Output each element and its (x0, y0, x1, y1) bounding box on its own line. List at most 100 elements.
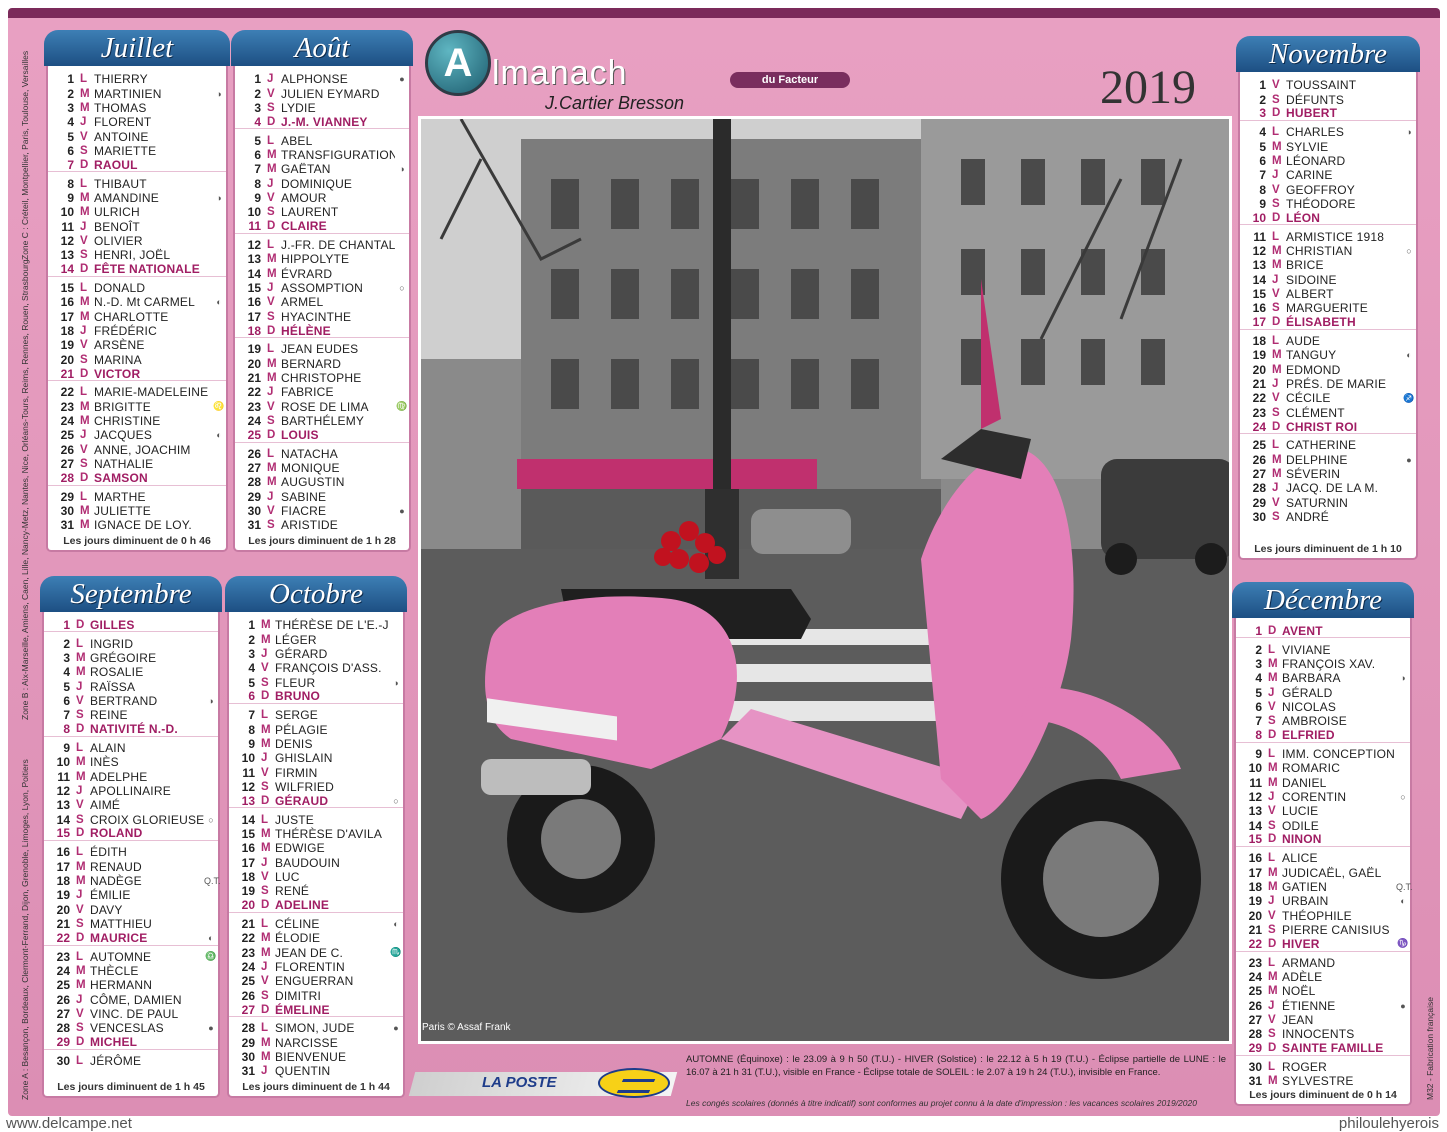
day-saint: DAVY (90, 902, 123, 917)
day-row: 26 V ANNE, JOACHIM (48, 443, 226, 457)
day-number: 14 (247, 266, 261, 281)
day-list: 1 D AVENT 2 L VIVIANE 3 M FRANÇOIS XAV. 4 M BARBARA… (1236, 623, 1413, 1089)
day-number: 19 (1252, 348, 1266, 363)
day-weekday: V (261, 975, 269, 988)
day-weekday: D (76, 931, 85, 944)
day-list: 1 D GILLES 2 L INGRID 3 M GRÉGOIRE 4 M ROSALIE 5 J RAÏ… (44, 618, 221, 1068)
day-row: 17 J BAUDOUIN (229, 856, 403, 870)
day-number: 25 (1248, 984, 1262, 999)
day-saint: RENÉ (275, 884, 310, 899)
day-weekday: J (267, 386, 274, 399)
day-row: 21 L CÉLINE ◐ (229, 917, 403, 931)
day-number: 3 (67, 100, 74, 115)
day-saint: NATHALIE (94, 457, 154, 472)
day-row: 2 M LÉGER (229, 632, 403, 647)
day-weekday: M (1272, 259, 1282, 272)
day-saint: ROSALIE (90, 665, 144, 680)
day-number: 17 (247, 309, 261, 324)
day-mark: ◑ (208, 695, 214, 706)
day-saint: LUC (275, 870, 300, 885)
day-number: 20 (241, 898, 255, 913)
day-saint: PRÉS. DE MARIE (1286, 377, 1387, 392)
day-saint: BIENVENUE (275, 1050, 347, 1065)
day-saint: JULIETTE (94, 504, 151, 519)
day-weekday: D (80, 471, 89, 484)
day-number: 15 (60, 280, 74, 295)
day-saint: LUCIE (1282, 804, 1319, 819)
day-weekday: L (261, 918, 269, 931)
day-weekday: M (80, 296, 90, 309)
day-row: 19 V ARSÈNE (48, 338, 226, 352)
day-number: 22 (1252, 391, 1266, 406)
day-number: 15 (1252, 286, 1266, 301)
day-number: 13 (1248, 804, 1262, 819)
day-weekday: J (76, 993, 83, 1006)
day-weekday: S (76, 918, 84, 931)
day-row: 23 M JEAN DE C. ♏ (229, 946, 403, 960)
day-saint: GÉRAUD (275, 793, 329, 808)
day-weekday: J (261, 1065, 268, 1078)
day-number: 22 (241, 931, 255, 946)
day-weekday: V (1268, 909, 1276, 922)
photo-credit: Paris © Assaf Frank (422, 1022, 511, 1033)
day-number: 24 (1252, 419, 1266, 434)
day-number: 9 (1255, 746, 1262, 761)
day-number: 2 (1255, 642, 1262, 657)
day-number: 27 (241, 1002, 255, 1017)
day-weekday: M (80, 400, 90, 413)
day-saint: ENGUERRAN (275, 974, 354, 989)
day-number: 14 (241, 812, 255, 827)
day-row: 22 J FABRICE (235, 385, 409, 399)
day-row: 7 J CARINE (1240, 168, 1416, 182)
day-number: 13 (56, 798, 70, 813)
day-row: 12 J APOLLINAIRE (44, 784, 218, 798)
day-saint: ROSE DE LIMA (281, 399, 369, 414)
day-saint: ADÈLE (1282, 970, 1323, 985)
day-mark: ○ (393, 795, 399, 806)
daylight-note: Les jours diminuent de 0 h 14 (1249, 1089, 1397, 1101)
day-saint: VICTOR (94, 366, 141, 381)
day-number: 5 (67, 129, 74, 144)
almanach-title: lmanach (492, 54, 628, 92)
day-weekday: M (1268, 985, 1278, 998)
day-number: 31 (247, 518, 261, 533)
day-weekday: J (76, 680, 83, 693)
day-weekday: V (267, 400, 275, 413)
day-row: 12 L J.-FR. DE CHANTAL (235, 238, 409, 252)
day-saint: HÉLÈNE (281, 323, 331, 338)
day-number: 19 (60, 338, 74, 353)
day-weekday: M (76, 756, 86, 769)
day-weekday: V (267, 505, 275, 518)
day-weekday: S (1268, 715, 1276, 728)
day-row: 12 V OLIVIER (48, 234, 226, 248)
day-number: 23 (1252, 405, 1266, 420)
day-saint: ÉLODIE (275, 931, 321, 946)
day-weekday: D (261, 1003, 270, 1016)
day-row: 13 S HENRI, JOËL (48, 248, 226, 262)
day-saint: CHRISTIAN (1286, 243, 1353, 258)
day-number: 10 (1248, 761, 1262, 776)
day-number: 27 (60, 457, 74, 472)
day-row: 22 M ÉLODIE (229, 931, 403, 945)
day-weekday: M (1268, 971, 1278, 984)
day-number: 6 (254, 147, 261, 162)
day-saint: DENIS (275, 736, 313, 751)
day-number: 1 (1255, 623, 1262, 638)
day-number: 3 (248, 646, 255, 661)
day-row: 3 M FRANÇOIS XAV. (1236, 657, 1410, 671)
day-saint: SYLVIE (1286, 139, 1329, 154)
day-saint: ÉTIENNE (1282, 998, 1336, 1013)
day-number: 18 (1248, 880, 1262, 895)
day-mark: ◐ (1400, 896, 1406, 907)
day-number: 1 (254, 72, 261, 87)
day-row: 23 M BRIGITTE ♌ (48, 400, 226, 414)
day-saint: THÉRÈSE D'AVILA (275, 826, 383, 841)
day-weekday: M (80, 191, 90, 204)
day-row: 5 S FLEUR ◑ (229, 675, 403, 690)
day-weekday: D (1268, 937, 1277, 950)
day-row: 30 M BIENVENUE (229, 1050, 403, 1064)
day-number: 2 (248, 632, 255, 647)
day-weekday: M (1272, 140, 1282, 153)
day-mark: ◐ (393, 919, 399, 930)
day-number: 21 (1252, 377, 1266, 392)
